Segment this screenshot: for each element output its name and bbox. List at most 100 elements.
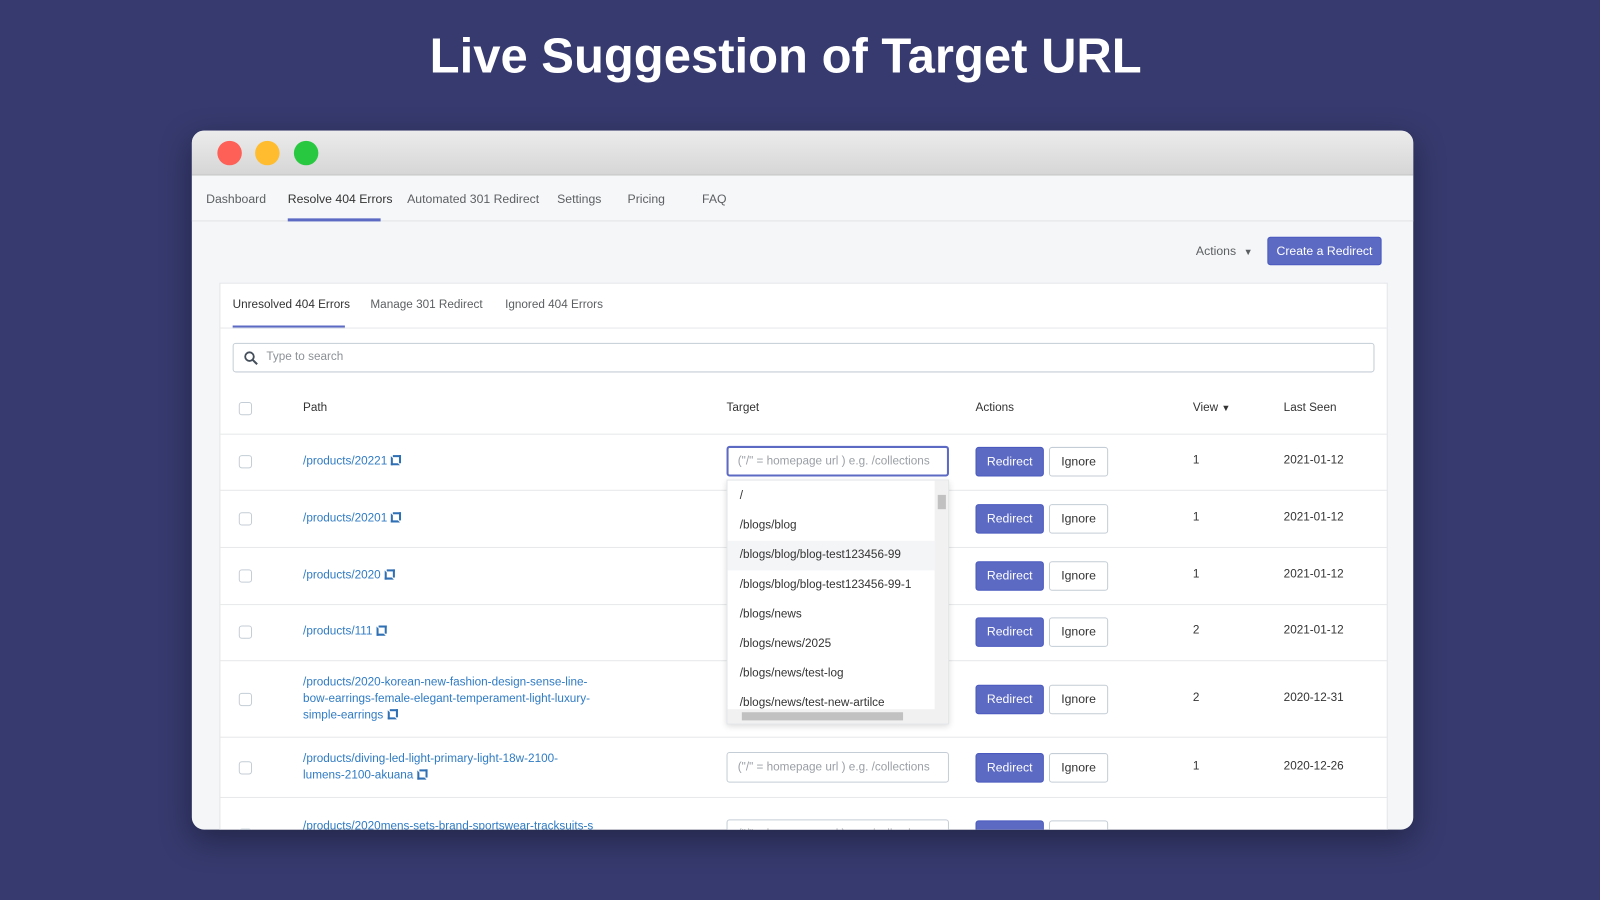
sort-caret-icon: ▼ (1221, 403, 1231, 414)
active-nav-indicator (287, 218, 381, 222)
search-placeholder: Type to search (266, 351, 344, 364)
path-text: /products/2020mens-sets-brand-sportswear… (303, 820, 594, 830)
path-link[interactable]: /products/2020-korean-new-fashion-design… (303, 674, 599, 723)
horizontal-scrollbar[interactable] (727, 709, 948, 724)
suggestion-item[interactable]: /blogs/news/test-log (728, 659, 936, 689)
view-count: 2 (1192, 691, 1200, 705)
maximize-window-button[interactable] (293, 140, 319, 166)
search-input[interactable]: Type to search (232, 342, 1375, 373)
close-window-button[interactable] (217, 140, 242, 166)
path-text: /products/111 (303, 625, 373, 638)
ignore-button[interactable]: Ignore (1048, 446, 1109, 477)
header-last-seen: Last Seen (1283, 402, 1337, 415)
external-link-icon[interactable] (387, 709, 398, 720)
redirect-button[interactable]: Redirect (975, 504, 1044, 534)
row-checkbox[interactable] (238, 761, 253, 775)
last-seen-date: 2020-12-26 (1283, 760, 1344, 773)
path-link[interactable]: /products/2020mens-sets-brand-sportswear… (303, 818, 599, 829)
app-window: Dashboard Resolve 404 Errors Automated 3… (191, 130, 1414, 830)
path-text: /products/20221 (303, 455, 388, 468)
last-seen-date: 2021-01-12 (1283, 511, 1344, 524)
view-count: 1 (1192, 454, 1200, 467)
stage: Live Suggestion of Target URL Dashboard … (0, 0, 1600, 900)
row-checkbox[interactable] (238, 455, 253, 469)
search-icon (244, 351, 258, 366)
caret-down-icon: ▼ (1243, 246, 1253, 258)
external-link-icon[interactable] (376, 625, 387, 636)
suggestion-item[interactable]: /blogs/blog/blog-test123456-99-1 (728, 570, 936, 600)
actions-label: Actions (1195, 243, 1237, 259)
redirect-button[interactable]: Redirect (975, 617, 1044, 647)
suggestion-item[interactable]: /blogs/news (728, 600, 936, 630)
ignore-button[interactable]: Ignore (1048, 684, 1109, 715)
redirect-button[interactable]: Redirect (975, 753, 1044, 783)
scrollbar-thumb[interactable] (937, 494, 946, 510)
redirect-button[interactable]: Redirect (975, 684, 1044, 715)
ignore-button[interactable]: Ignore (1048, 561, 1109, 591)
row-checkbox[interactable] (238, 625, 253, 639)
tab-manage-301[interactable]: Manage 301 Redirect (370, 299, 482, 311)
header-target: Target (726, 402, 760, 415)
tab-unresolved-404[interactable]: Unresolved 404 Errors (233, 299, 350, 311)
tab-ignored-404[interactable]: Ignored 404 Errors (505, 299, 603, 311)
suggestion-item[interactable]: /blogs/news/2025 (728, 630, 936, 660)
nav-settings[interactable]: Settings (557, 192, 601, 206)
select-all-checkbox[interactable] (238, 402, 253, 416)
last-seen-date: 2021-01-12 (1283, 568, 1344, 581)
path-text: /products/2020-korean-new-fashion-design… (303, 676, 591, 722)
external-link-icon[interactable] (384, 569, 395, 580)
external-link-icon[interactable] (391, 455, 402, 466)
divider (220, 327, 1387, 329)
row-checkbox[interactable] (238, 569, 253, 583)
target-input[interactable]: ("/" = homepage url ) e.g. /collections (726, 752, 949, 783)
path-link[interactable]: /products/diving-led-light-primary-light… (303, 751, 599, 784)
ignore-button[interactable]: Ignore (1048, 617, 1109, 647)
actions-dropdown[interactable]: Actions ▼ (1196, 244, 1253, 258)
suggestion-item[interactable]: / (728, 482, 936, 512)
target-input[interactable]: ("/" = homepage url ) e.g. /collections (726, 819, 949, 830)
headline: Live Suggestion of Target URL (429, 29, 1142, 84)
path-link[interactable]: /products/2020 (303, 567, 599, 583)
nav-pricing[interactable]: Pricing (628, 192, 665, 206)
view-count: 1 (1192, 568, 1200, 581)
path-link[interactable]: /products/20221 (303, 453, 599, 469)
last-seen-date: 2021-01-12 (1283, 454, 1344, 467)
suggestion-item[interactable]: /blogs/blog (728, 511, 936, 541)
nav-resolve-404[interactable]: Resolve 404 Errors (288, 192, 393, 206)
external-link-icon[interactable] (417, 769, 428, 780)
path-link[interactable]: /products/20201 (303, 510, 599, 526)
create-redirect-button[interactable]: Create a Redirect (1267, 236, 1382, 266)
row-checkbox[interactable] (238, 828, 253, 830)
last-seen-date: 2020-12-31 (1283, 691, 1344, 705)
header-view-label: View (1192, 402, 1219, 415)
ignore-button[interactable]: Ignore (1048, 820, 1109, 830)
h-scrollbar-thumb[interactable] (741, 712, 904, 721)
row-checkbox[interactable] (238, 692, 253, 707)
redirect-button[interactable]: Redirect (975, 446, 1044, 477)
header-actions: Actions (975, 402, 1014, 415)
target-input[interactable]: ("/" = homepage url ) e.g. /collections (726, 445, 949, 477)
path-text: /products/2020 (303, 569, 381, 582)
last-seen-date: 2021-01-12 (1283, 624, 1344, 637)
nav-automated-301[interactable]: Automated 301 Redirect (407, 192, 539, 206)
header-divider (219, 433, 1388, 435)
row-checkbox[interactable] (238, 512, 253, 526)
vertical-scrollbar[interactable] (934, 480, 948, 712)
row-divider (219, 736, 1388, 738)
row-divider (219, 796, 1388, 798)
redirect-button[interactable]: Redirect (975, 561, 1044, 591)
ignore-button[interactable]: Ignore (1048, 753, 1109, 783)
ignore-button[interactable]: Ignore (1048, 504, 1109, 534)
minimize-window-button[interactable] (255, 140, 280, 166)
suggestion-item[interactable]: /blogs/blog/blog-test123456-99 (727, 540, 936, 571)
nav-faq[interactable]: FAQ (702, 192, 727, 206)
external-link-icon[interactable] (391, 512, 402, 523)
redirect-button[interactable]: Redirect (975, 820, 1044, 830)
nav-dashboard[interactable]: Dashboard (206, 192, 266, 206)
header-path: Path (303, 402, 328, 415)
path-link[interactable]: /products/111 (303, 623, 599, 639)
path-text: /products/diving-led-light-primary-light… (303, 753, 559, 782)
view-count: 2 (1192, 624, 1200, 637)
header-view[interactable]: View ▼ (1193, 402, 1231, 414)
view-count: 1 (1192, 511, 1200, 524)
